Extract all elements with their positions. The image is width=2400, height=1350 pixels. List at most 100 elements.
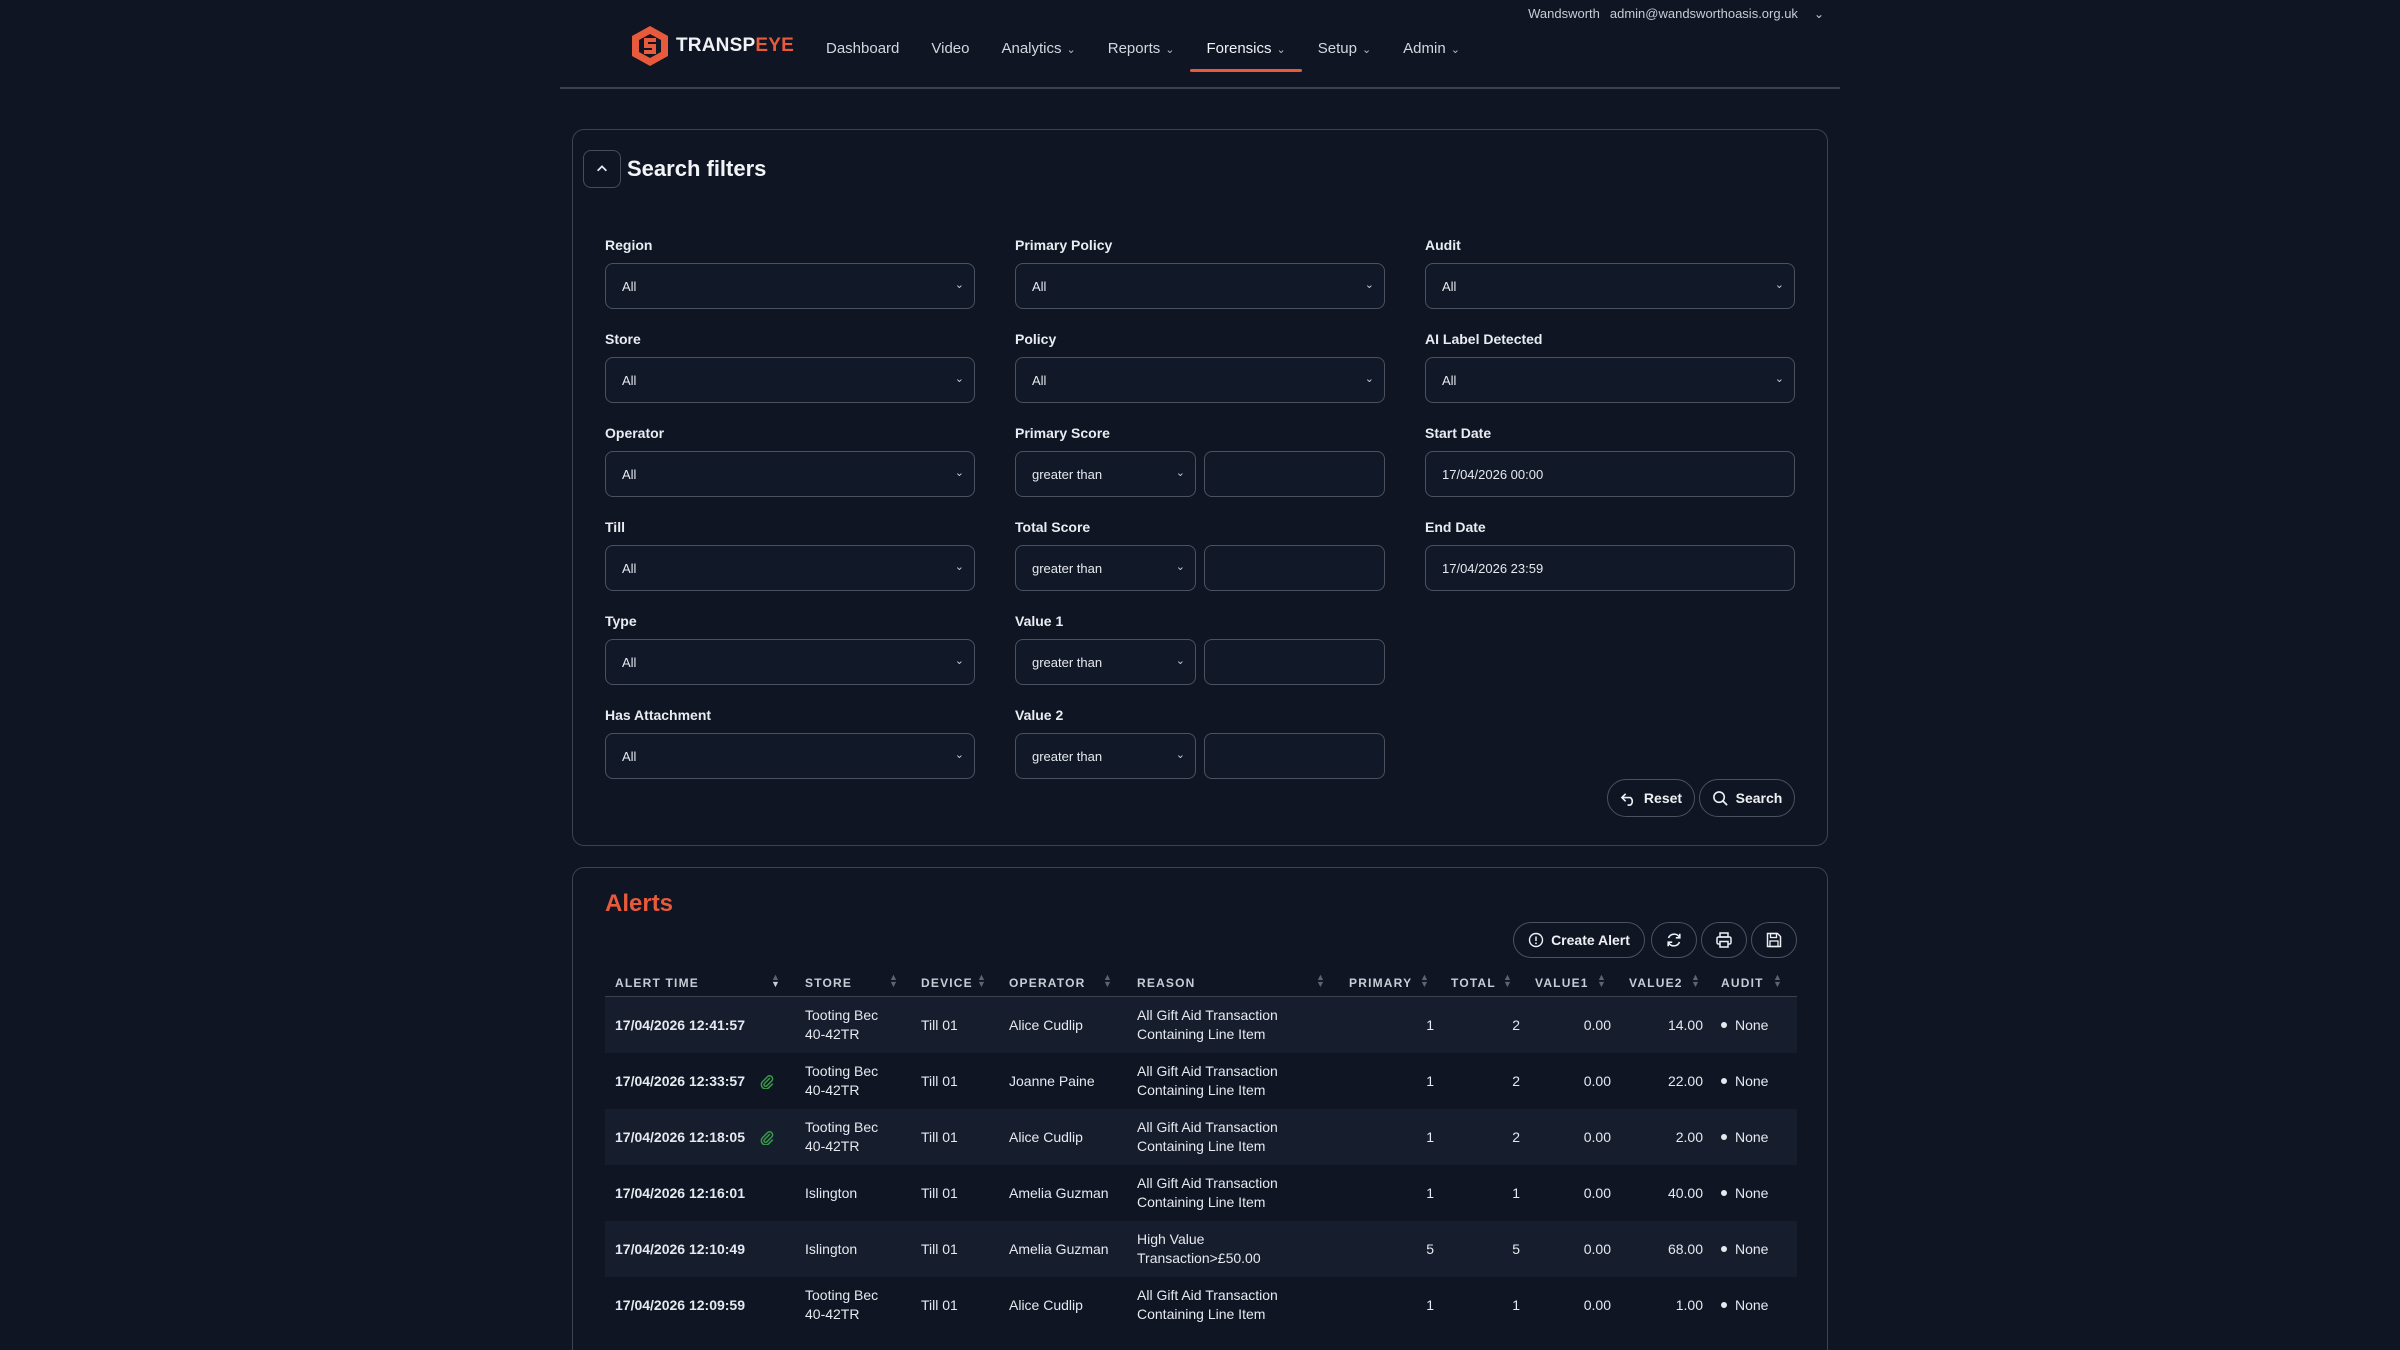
search-button[interactable]: Search: [1699, 779, 1795, 817]
operator-select[interactable]: All ⌄: [605, 451, 975, 497]
cell-reason: High Value: [1137, 1231, 1205, 1247]
chevron-down-icon: ⌄: [1774, 373, 1784, 385]
primary-policy-select[interactable]: All ⌄: [1015, 263, 1385, 309]
cell-value2: 2.00: [1675, 1129, 1703, 1145]
table-row[interactable]: 17/04/2026 12:10:49 Islington Till 01 Ameli…: [605, 1221, 1797, 1277]
audit-select[interactable]: All ⌄: [1425, 263, 1795, 309]
logo[interactable]: TRANSPEYE: [630, 24, 794, 68]
cell-store-code: 40-42TR: [805, 1138, 860, 1154]
store-select[interactable]: All ⌄: [605, 357, 975, 403]
collapse-filters-button[interactable]: [583, 150, 621, 188]
end-date-input[interactable]: 17/04/2026 23:59: [1425, 545, 1795, 591]
print-button[interactable]: [1701, 922, 1747, 958]
cell-value2: 1.00: [1675, 1297, 1703, 1313]
table-body: 17/04/2026 12:41:57 Tooting Bec 40-42TR Til…: [605, 997, 1797, 1333]
col-primary[interactable]: PRIMARY: [1349, 976, 1412, 990]
till-select[interactable]: All ⌄: [605, 545, 975, 591]
value2-input[interactable]: [1204, 733, 1385, 779]
sort-icon[interactable]: ▲ ▼: [771, 973, 780, 989]
chevron-down-icon: ⌄: [1175, 655, 1185, 667]
primary-score-input[interactable]: [1204, 451, 1385, 497]
chevron-down-icon[interactable]: ⌄: [1814, 7, 1824, 21]
cell-audit: None: [1721, 1184, 1768, 1203]
attachment-icon[interactable]: [759, 1129, 775, 1146]
table-row[interactable]: 17/04/2026 12:16:01 Islington Till 01 Ameli…: [605, 1165, 1797, 1221]
attachment-icon[interactable]: [759, 1073, 775, 1090]
nav-setup[interactable]: Setup ⌄: [1302, 0, 1387, 72]
nav-forensics[interactable]: Forensics ⌄: [1190, 0, 1302, 72]
sort-icon[interactable]: ▲ ▼: [1316, 973, 1325, 989]
sort-icon[interactable]: ▲ ▼: [977, 973, 986, 989]
sort-icon[interactable]: ▲ ▼: [1420, 973, 1429, 989]
value1-input[interactable]: [1204, 639, 1385, 685]
top-header: Wandsworth admin@wandsworthoasis.org.uk …: [560, 0, 1840, 89]
cell-device: Till 01: [921, 1129, 958, 1145]
nav-analytics[interactable]: Analytics ⌄: [985, 0, 1091, 72]
cell-store: Tooting Bec: [805, 1287, 879, 1303]
sort-icon[interactable]: ▲ ▼: [1103, 973, 1112, 989]
sort-icon[interactable]: ▲ ▼: [889, 973, 898, 989]
chevron-up-icon: [597, 165, 607, 172]
value2-operator-select[interactable]: greater than ⌄: [1015, 733, 1196, 779]
nav-admin[interactable]: Admin ⌄: [1387, 0, 1476, 72]
total-score-input[interactable]: [1204, 545, 1385, 591]
col-alert-time[interactable]: ALERT TIME: [615, 976, 699, 990]
col-value1[interactable]: VALUE1: [1535, 976, 1589, 990]
col-operator[interactable]: OPERATOR: [1009, 976, 1086, 990]
cell-reason-detail: Containing Line Item: [1137, 1306, 1266, 1322]
start-date-input[interactable]: 17/04/2026 00:00: [1425, 451, 1795, 497]
create-alert-button[interactable]: Create Alert: [1513, 922, 1645, 958]
sort-icon[interactable]: ▲ ▼: [1597, 973, 1606, 989]
col-store[interactable]: STORE: [805, 976, 852, 990]
user-menu[interactable]: Wandsworth admin@wandsworthoasis.org.uk …: [1528, 6, 1824, 21]
status-dot: [1721, 1134, 1727, 1141]
chevron-down-icon: ⌄: [1175, 467, 1185, 479]
primary-score-operator-select[interactable]: greater than ⌄: [1015, 451, 1196, 497]
region-select[interactable]: All ⌄: [605, 263, 975, 309]
sort-icon[interactable]: ▲ ▼: [1691, 973, 1700, 989]
nav-dashboard[interactable]: Dashboard: [810, 0, 915, 72]
refresh-button[interactable]: [1651, 922, 1697, 958]
chevron-down-icon: ⌄: [954, 279, 964, 291]
table-row[interactable]: 17/04/2026 12:09:59 Tooting Bec 40-42TR Til…: [605, 1277, 1797, 1333]
col-audit[interactable]: AUDIT: [1721, 976, 1764, 990]
table-header: ALERT TIME ▲ ▼ STORE ▲ ▼ DEVICE ▲ ▼ OPERATO…: [605, 968, 1797, 997]
chevron-down-icon: ⌄: [954, 655, 964, 667]
store-label: Store: [605, 331, 641, 347]
cell-operator: Alice Cudlip: [1009, 1129, 1083, 1145]
nav-reports[interactable]: Reports ⌄: [1092, 0, 1191, 72]
sort-icon[interactable]: ▲ ▼: [1503, 973, 1512, 989]
col-device[interactable]: DEVICE: [921, 976, 973, 990]
value1-operator-select[interactable]: greater than ⌄: [1015, 639, 1196, 685]
cell-primary: 5: [1426, 1241, 1434, 1257]
has-attachment-select[interactable]: All ⌄: [605, 733, 975, 779]
col-total[interactable]: TOTAL: [1451, 976, 1496, 990]
chevron-down-icon: ⌄: [1450, 44, 1460, 56]
cell-operator: Joanne Paine: [1009, 1073, 1095, 1089]
total-score-operator-select[interactable]: greater than ⌄: [1015, 545, 1196, 591]
table-row[interactable]: 17/04/2026 12:33:57 Tooting Bec 40-42TR Til…: [605, 1053, 1797, 1109]
nav-video[interactable]: Video: [915, 0, 985, 72]
cell-reason: All Gift Aid Transaction: [1137, 1287, 1278, 1303]
has-attachment-label: Has Attachment: [605, 707, 712, 723]
col-reason[interactable]: REASON: [1137, 976, 1196, 990]
type-select[interactable]: All ⌄: [605, 639, 975, 685]
ai-label-detected-select[interactable]: All ⌄: [1425, 357, 1795, 403]
ai-label-detected-label: AI Label Detected: [1425, 331, 1543, 347]
undo-icon: [1620, 792, 1633, 806]
cell-reason: All Gift Aid Transaction: [1137, 1119, 1278, 1135]
table-row[interactable]: 17/04/2026 12:18:05 Tooting Bec 40-42TR Til…: [605, 1109, 1797, 1165]
cell-store: Tooting Bec: [805, 1007, 879, 1023]
save-button[interactable]: [1751, 922, 1797, 958]
cell-store: Tooting Bec: [805, 1119, 879, 1135]
cell-primary: 1: [1426, 1017, 1434, 1033]
policy-select[interactable]: All ⌄: [1015, 357, 1385, 403]
chevron-down-icon: ⌄: [1364, 373, 1374, 385]
search-filters-panel: Search filters Region All ⌄ Store All ⌄ Op…: [572, 129, 1828, 846]
cell-reason-detail: Containing Line Item: [1137, 1026, 1266, 1042]
cell-value1: 0.00: [1583, 1129, 1611, 1145]
reset-button[interactable]: Reset: [1607, 779, 1695, 817]
sort-icon[interactable]: ▲ ▼: [1773, 973, 1782, 989]
col-value2[interactable]: VALUE2: [1629, 976, 1683, 990]
table-row[interactable]: 17/04/2026 12:41:57 Tooting Bec 40-42TR Til…: [605, 997, 1797, 1053]
